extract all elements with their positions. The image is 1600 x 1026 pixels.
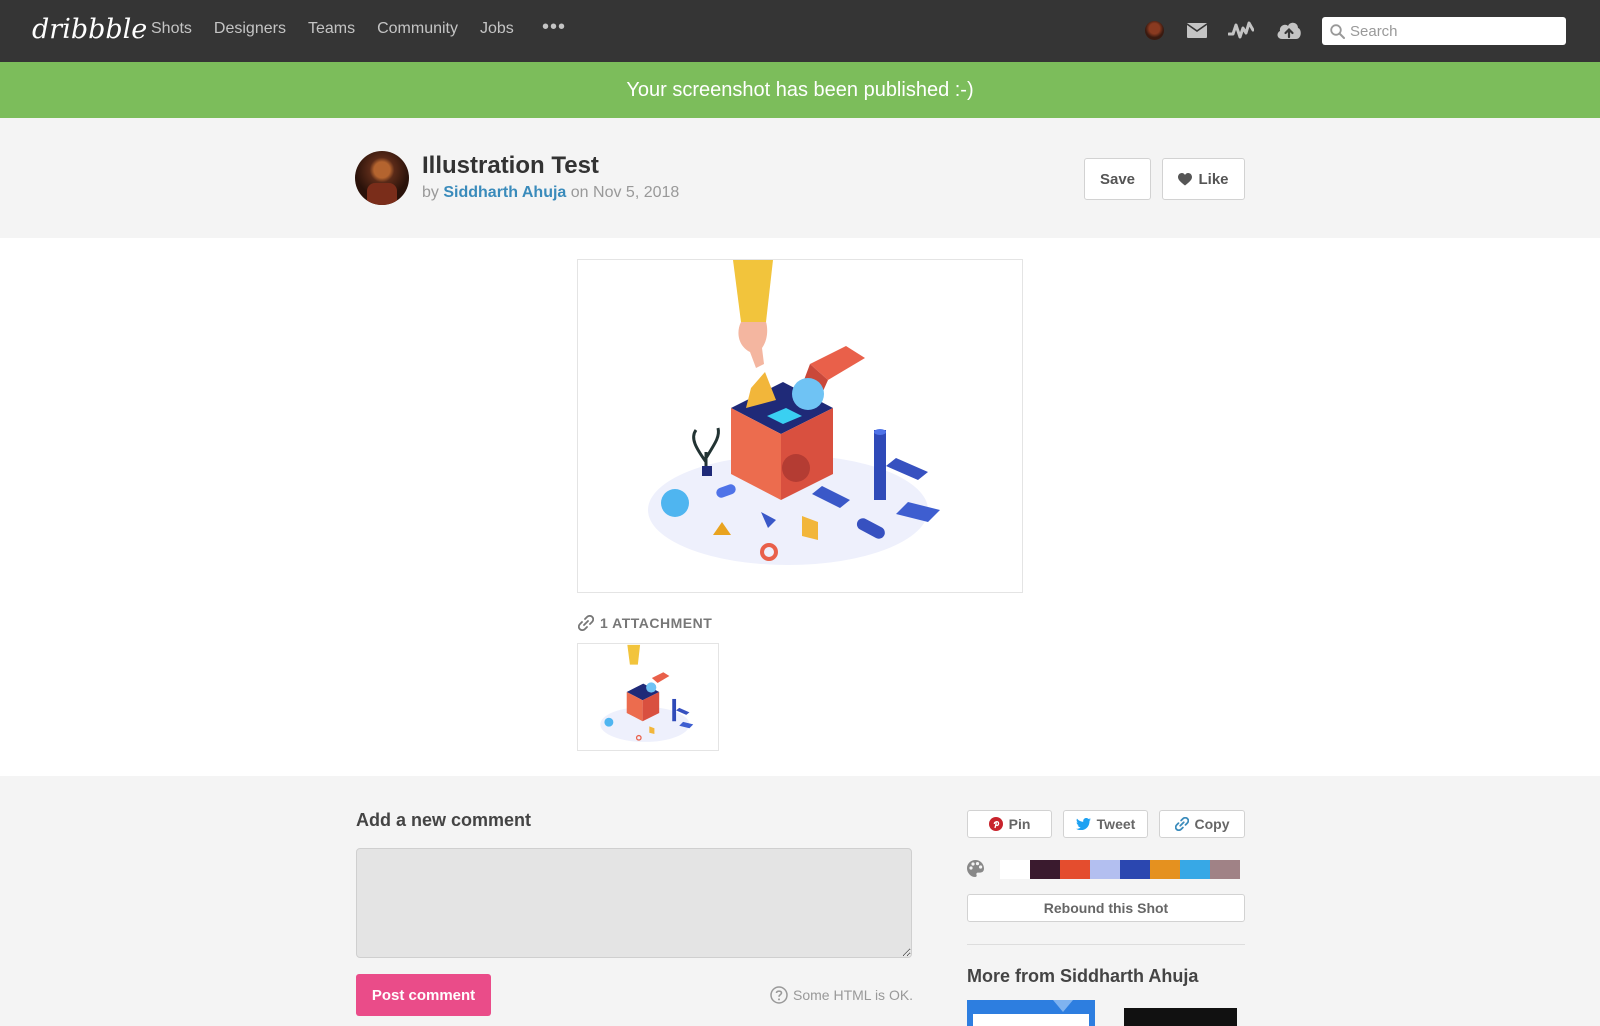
heart-icon (1178, 172, 1193, 185)
author-link[interactable]: Siddharth Ahuja (443, 184, 566, 201)
shot-main: 1 ATTACHMENT (0, 238, 1600, 776)
nav-teams[interactable]: Teams (308, 20, 355, 38)
nav-designers[interactable]: Designers (214, 20, 286, 38)
save-label: Save (1099, 170, 1136, 188)
more-from-heading: More from Siddharth Ahuja (967, 966, 1199, 986)
user-avatar[interactable] (1145, 21, 1164, 40)
nav-shots[interactable]: Shots (151, 20, 192, 38)
nav-links: Shots Designers Teams Community Jobs (151, 20, 536, 38)
byline-on: on (570, 184, 589, 201)
html-hint: Some HTML is OK. (770, 986, 913, 1004)
comment-input[interactable] (356, 848, 912, 958)
more-menu-icon[interactable]: ••• (542, 16, 566, 39)
twitter-icon (1075, 818, 1091, 830)
color-swatch[interactable] (1150, 860, 1180, 879)
post-comment-button[interactable]: Post comment (356, 974, 491, 1016)
tweet-button[interactable]: Tweet (1063, 810, 1148, 838)
color-swatch[interactable] (1090, 860, 1120, 879)
pinterest-icon (988, 817, 1003, 831)
link-icon (578, 615, 594, 631)
attachments-count: 1 ATTACHMENT (600, 615, 713, 631)
nav-community[interactable]: Community (377, 20, 458, 38)
save-button[interactable]: Save (1084, 158, 1151, 200)
link-icon (1174, 817, 1189, 831)
attachment-thumbnail[interactable] (577, 643, 719, 751)
shot-illustration (648, 260, 940, 565)
color-swatch[interactable] (1120, 860, 1150, 879)
like-button[interactable]: Like (1162, 158, 1245, 200)
more-shot-thumbnail[interactable] (1124, 1008, 1237, 1026)
color-swatch[interactable] (1060, 860, 1090, 879)
shot-image[interactable] (577, 259, 1023, 593)
attachment-illustration (600, 644, 694, 742)
byline-by: by (422, 184, 439, 201)
shot-date: Nov 5, 2018 (593, 184, 680, 201)
top-nav: dribbble Shots Designers Teams Community… (0, 0, 1600, 62)
color-swatch[interactable] (1030, 860, 1060, 879)
color-swatch[interactable] (1000, 860, 1030, 879)
success-banner: Your screenshot has been published :-) (0, 62, 1600, 118)
comments-section: Add a new comment Post comment Some HTML… (0, 776, 1600, 1026)
dribbble-logo[interactable]: dribbble (32, 14, 147, 45)
pin-label: Pin (1008, 816, 1031, 832)
copy-label: Copy (1194, 816, 1230, 832)
color-swatch[interactable] (1210, 860, 1240, 879)
mail-icon[interactable] (1187, 23, 1207, 38)
author-avatar[interactable] (355, 151, 409, 205)
pin-button[interactable]: Pin (967, 810, 1052, 838)
like-label: Like (1198, 170, 1229, 188)
color-swatch[interactable] (1180, 860, 1210, 879)
shot-header: Illustration Test by Siddharth Ahuja on … (0, 118, 1600, 238)
divider (967, 944, 1245, 945)
html-hint-text: Some HTML is OK. (793, 987, 914, 1003)
rebound-button[interactable]: Rebound this Shot (967, 894, 1245, 922)
thumb-decoration (1053, 1000, 1073, 1012)
upload-cloud-icon[interactable] (1276, 20, 1302, 40)
search-input[interactable] (1322, 17, 1566, 45)
tweet-label: Tweet (1096, 816, 1136, 832)
nav-jobs[interactable]: Jobs (480, 20, 514, 38)
search-icon (1330, 24, 1345, 39)
color-palette (1000, 860, 1240, 879)
more-shot-thumbnail[interactable] (967, 1000, 1095, 1026)
shot-title: Illustration Test (422, 152, 599, 179)
attachments-label: 1 ATTACHMENT (578, 615, 712, 631)
palette-icon (967, 860, 984, 877)
copy-link-button[interactable]: Copy (1159, 810, 1245, 838)
activity-icon[interactable] (1228, 20, 1254, 40)
help-icon[interactable] (770, 986, 788, 1004)
comment-heading: Add a new comment (356, 810, 532, 830)
byline: by Siddharth Ahuja on Nov 5, 2018 (422, 184, 679, 202)
